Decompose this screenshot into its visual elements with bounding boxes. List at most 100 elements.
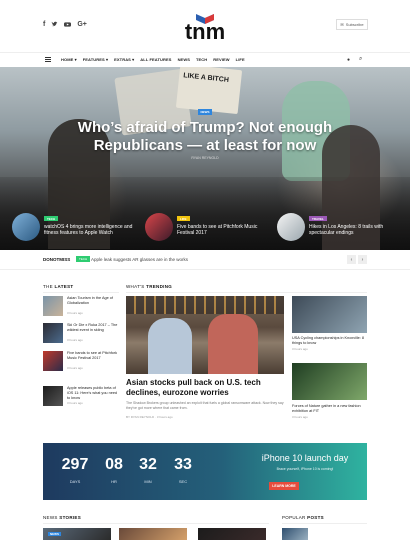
youtube-icon[interactable]	[64, 21, 72, 31]
countdown-mins-label: MIN	[144, 479, 152, 484]
facebook-icon[interactable]: f	[43, 21, 45, 31]
side-item-meta: 3 hours ago	[292, 415, 308, 419]
news-stories-prefix: NEWS	[43, 515, 58, 520]
countdown-days-label: DAYS	[69, 479, 81, 484]
hero-author[interactable]: RYAN REYNOLD	[176, 156, 234, 160]
popular-post-image[interactable]	[282, 528, 308, 540]
card-tag[interactable]: TRAVEL	[309, 216, 327, 221]
latest-heading-prefix: THE	[43, 284, 53, 289]
news-stories-bold: STORIES	[59, 515, 82, 520]
learn-more-button[interactable]: LEARN MORE	[269, 482, 299, 490]
site-logo[interactable]: tnm	[174, 12, 236, 44]
news-story-image[interactable]	[119, 528, 187, 540]
countdown-secs: 33 SEC	[163, 456, 203, 484]
search-icon[interactable]: ⌕	[359, 56, 362, 63]
trending-heading-bold: TRENDING	[146, 284, 173, 289]
nav-item-tech[interactable]: TECH	[196, 57, 207, 62]
list-item[interactable]: Asian Tourism in the Age of Globalizatio…	[43, 296, 119, 320]
user-icon[interactable]: ●	[347, 57, 350, 63]
side-item-image	[292, 363, 367, 400]
trending-heading-prefix: WHAT'S	[126, 284, 145, 289]
news-story-image[interactable]	[198, 528, 266, 540]
site-header: f G+ tnm ✉ Subscribe	[0, 0, 410, 52]
hero-card[interactable]: TRAVEL Hikes in Los Angeles: 8 trails wi…	[277, 211, 397, 245]
main-nav: HOME ▾ FEATURES ▾ EXTRAS ▾ ALL FEATURES …	[0, 52, 410, 66]
nav-item-review[interactable]: REVIEW	[213, 57, 229, 62]
countdown-mins-value: 32	[139, 456, 157, 473]
ticker-label: DONOTMISS	[43, 257, 71, 262]
hero-card[interactable]: TECH watchOS 4 brings more intelligence …	[12, 211, 132, 245]
list-item-thumbnail	[43, 351, 63, 371]
hero-card[interactable]: LIFE Five bands to see at Pitchfork Musi…	[145, 211, 265, 245]
social-links: f G+	[43, 21, 87, 31]
person-figure	[148, 318, 192, 374]
trending-main-title[interactable]: Asian stocks pull back on U.S. tech decl…	[126, 378, 286, 398]
list-item-meta: 3 hours ago	[67, 366, 83, 370]
nav-item-features[interactable]: FEATURES ▾	[83, 57, 108, 62]
popular-posts-heading: POPULAR POSTS	[282, 515, 367, 524]
card-thumbnail	[145, 213, 173, 241]
list-item[interactable]: Apple releases public beta of iOS 11: He…	[43, 386, 119, 410]
departure-board	[126, 296, 284, 314]
popular-posts-prefix: POPULAR	[282, 515, 306, 520]
card-title[interactable]: Hikes in Los Angeles: 8 trails with spec…	[309, 224, 399, 236]
mail-icon: ✉	[340, 22, 344, 27]
protest-sign-text: LIKE A BITCH	[182, 72, 230, 84]
list-item-meta: 3 hours ago	[67, 401, 83, 405]
list-item-title[interactable]: Asian Tourism in the Age of Globalizatio…	[67, 296, 121, 306]
category-badge[interactable]: NEWS	[198, 109, 212, 115]
google-plus-icon[interactable]: G+	[77, 21, 87, 31]
hero-title[interactable]: Who’s afraid of Trump? Not enough Republ…	[52, 119, 358, 155]
trending-main-image[interactable]	[126, 296, 284, 374]
news-story-image[interactable]: NEWS	[43, 528, 111, 540]
nav-item-all-features[interactable]: ALL FEATURES	[140, 57, 171, 62]
hamburger-menu-icon[interactable]	[45, 57, 51, 62]
list-item-title[interactable]: Ski Or Die x Ruka 2017 – The wildest eve…	[67, 323, 121, 333]
countdown-days: 297 DAYS	[55, 456, 95, 484]
card-tag[interactable]: LIFE	[177, 216, 190, 221]
list-item-meta: 3 hours ago	[67, 338, 83, 342]
news-stories-heading: NEWS STORIES	[43, 515, 269, 524]
subscribe-button[interactable]: ✉ Subscribe	[336, 19, 368, 30]
card-tag[interactable]: TECH	[44, 216, 59, 221]
countdown-days-value: 297	[61, 456, 89, 473]
twitter-icon[interactable]	[51, 21, 58, 31]
card-thumbnail	[12, 213, 40, 241]
side-item-title[interactable]: USA Cycling championships in Knoxville: …	[292, 336, 367, 346]
card-title[interactable]: Five bands to see at Pitchfork Music Fes…	[177, 224, 267, 236]
list-item-title[interactable]: Five bands to see at Pitchfork Music Fes…	[67, 351, 121, 361]
hero-cards: TECH watchOS 4 brings more intelligence …	[0, 211, 410, 250]
list-item[interactable]: Five bands to see at Pitchfork Music Fes…	[43, 351, 119, 375]
list-item-thumbnail	[43, 386, 63, 406]
nav-item-extras[interactable]: EXTRAS ▾	[114, 57, 134, 62]
countdown-subtitle: Brace yourself, iPhone 10 is coming!	[276, 467, 334, 471]
protest-sign-text-panel: LIKE A BITCH	[175, 67, 243, 115]
card-thumbnail	[277, 213, 305, 241]
card-title[interactable]: watchOS 4 brings more intelligence and f…	[44, 224, 134, 236]
trending-heading: WHAT'S TRENDING	[126, 284, 367, 293]
chevron-left-icon[interactable]: ‹	[347, 255, 356, 264]
side-item-meta: 3 hours ago	[292, 347, 308, 351]
trending-main-meta: BY RYAN REYNOLD · 3 hours ago	[126, 415, 173, 419]
list-item-meta: 3 hours ago	[67, 311, 83, 315]
countdown-title: iPhone 10 launch day	[261, 453, 349, 463]
news-ticker: DONOTMISS TECH Apple leak suggests AR gl…	[0, 250, 410, 270]
list-item-thumbnail	[43, 323, 63, 343]
chevron-right-icon[interactable]: ›	[358, 255, 367, 264]
latest-heading-bold: LATEST	[54, 284, 74, 289]
nav-item-home[interactable]: HOME ▾	[61, 57, 77, 62]
logo-text: tnm	[185, 19, 225, 42]
nav-item-life[interactable]: LIFE	[236, 57, 245, 62]
list-item-title[interactable]: Apple releases public beta of iOS 11: He…	[67, 386, 121, 400]
countdown-secs-label: SEC	[178, 479, 188, 484]
hero-featured-post[interactable]: LIKE A BITCH NEWS Who’s afraid of Trump?…	[0, 67, 410, 250]
nav-item-news[interactable]: NEWS	[178, 57, 190, 62]
ticker-badge[interactable]: TECH	[76, 256, 91, 262]
list-item-thumbnail	[43, 296, 63, 316]
countdown-secs-value: 33	[174, 456, 192, 473]
person-figure	[208, 314, 258, 374]
list-item[interactable]: Ski Or Die x Ruka 2017 – The wildest eve…	[43, 323, 119, 347]
news-story-badge[interactable]: NEWS	[48, 532, 61, 536]
side-item-title[interactable]: Forces of Nature gather in a new fashion…	[292, 404, 367, 414]
ticker-headline[interactable]: Apple leak suggests AR glasses are in th…	[91, 257, 188, 262]
